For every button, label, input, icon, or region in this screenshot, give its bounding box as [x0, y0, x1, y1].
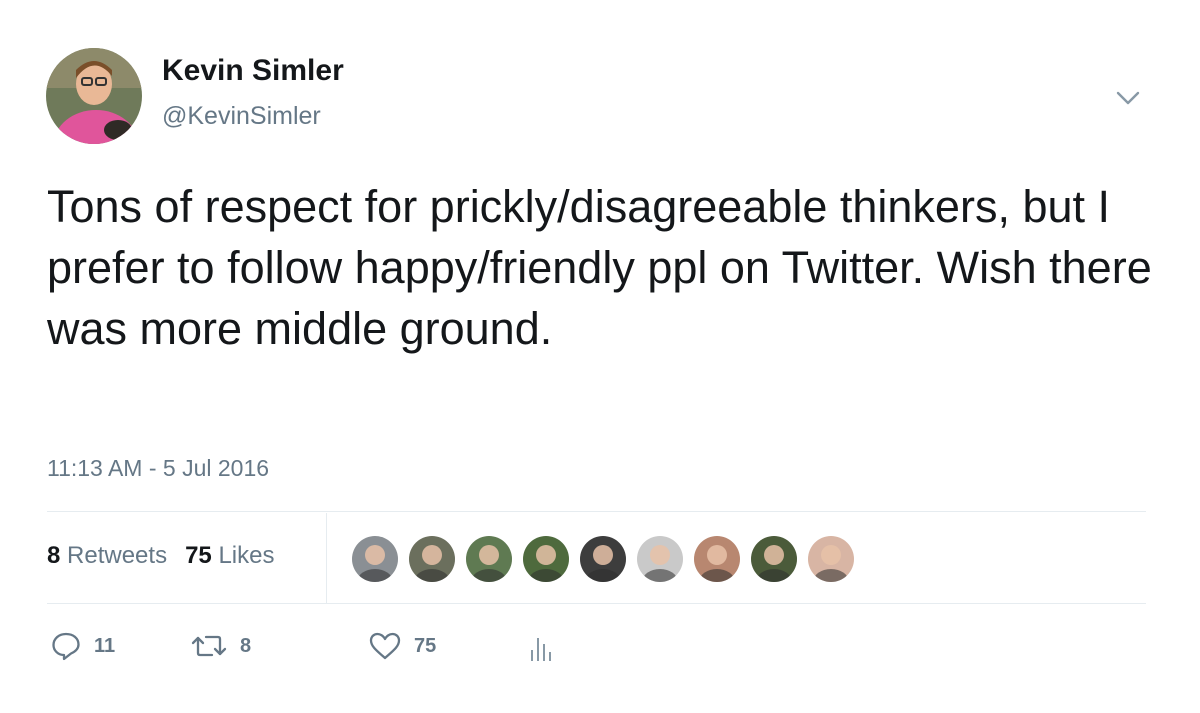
retweets-stat[interactable]: 8 Retweets	[47, 542, 167, 569]
like-count: 75	[414, 634, 437, 657]
profile-photo-icon	[808, 536, 854, 582]
divider	[47, 511, 1146, 512]
profile-photo-icon	[352, 536, 398, 582]
likes-stat[interactable]: 75 Likes	[185, 542, 274, 569]
reply-icon	[52, 632, 80, 661]
tweet-text: Tons of respect for prickly/disagreeable…	[47, 181, 1152, 354]
liker-avatar[interactable]	[464, 534, 514, 584]
author-handle[interactable]: @KevinSimler	[162, 102, 321, 131]
analytics-icon	[531, 638, 551, 661]
reply-button[interactable]: 11	[50, 630, 115, 662]
profile-photo-icon	[694, 536, 740, 582]
profile-photo-icon	[409, 536, 455, 582]
tweet-timestamp[interactable]: 11:13 AM - 5 Jul 2016	[47, 455, 269, 482]
divider	[47, 603, 1146, 604]
profile-photo-icon	[523, 536, 569, 582]
liker-avatar[interactable]	[806, 534, 856, 584]
author-display-name[interactable]: Kevin Simler	[162, 54, 344, 88]
liker-avatar[interactable]	[578, 534, 628, 584]
profile-photo-icon	[580, 536, 626, 582]
liker-avatar[interactable]	[749, 534, 799, 584]
analytics-button[interactable]	[528, 630, 552, 664]
liker-avatar[interactable]	[635, 534, 685, 584]
reply-count: 11	[94, 634, 116, 657]
heart-icon	[369, 632, 401, 660]
profile-photo-icon	[46, 48, 142, 144]
retweet-button[interactable]: 8	[190, 630, 251, 662]
liker-avatar[interactable]	[350, 534, 400, 584]
retweet-count: 8	[240, 634, 252, 657]
profile-photo-icon	[466, 536, 512, 582]
chevron-down-icon[interactable]	[1112, 84, 1144, 112]
profile-photo-icon	[751, 536, 797, 582]
liker-avatar[interactable]	[521, 534, 571, 584]
action-bar: 11 8 75	[50, 630, 750, 670]
likes-label: Likes	[218, 542, 275, 569]
like-button[interactable]: 75	[368, 630, 436, 662]
retweet-icon	[191, 635, 227, 657]
retweets-count: 8	[47, 542, 61, 569]
liker-avatar[interactable]	[692, 534, 742, 584]
profile-photo-icon	[637, 536, 683, 582]
avatar[interactable]	[46, 48, 142, 144]
tweet-stats: 8 Retweets 75 Likes	[47, 542, 274, 570]
liker-avatar[interactable]	[407, 534, 457, 584]
likers-avatars	[350, 534, 870, 584]
likes-count: 75	[185, 542, 212, 569]
retweets-label: Retweets	[67, 542, 168, 569]
vertical-divider	[326, 513, 327, 603]
